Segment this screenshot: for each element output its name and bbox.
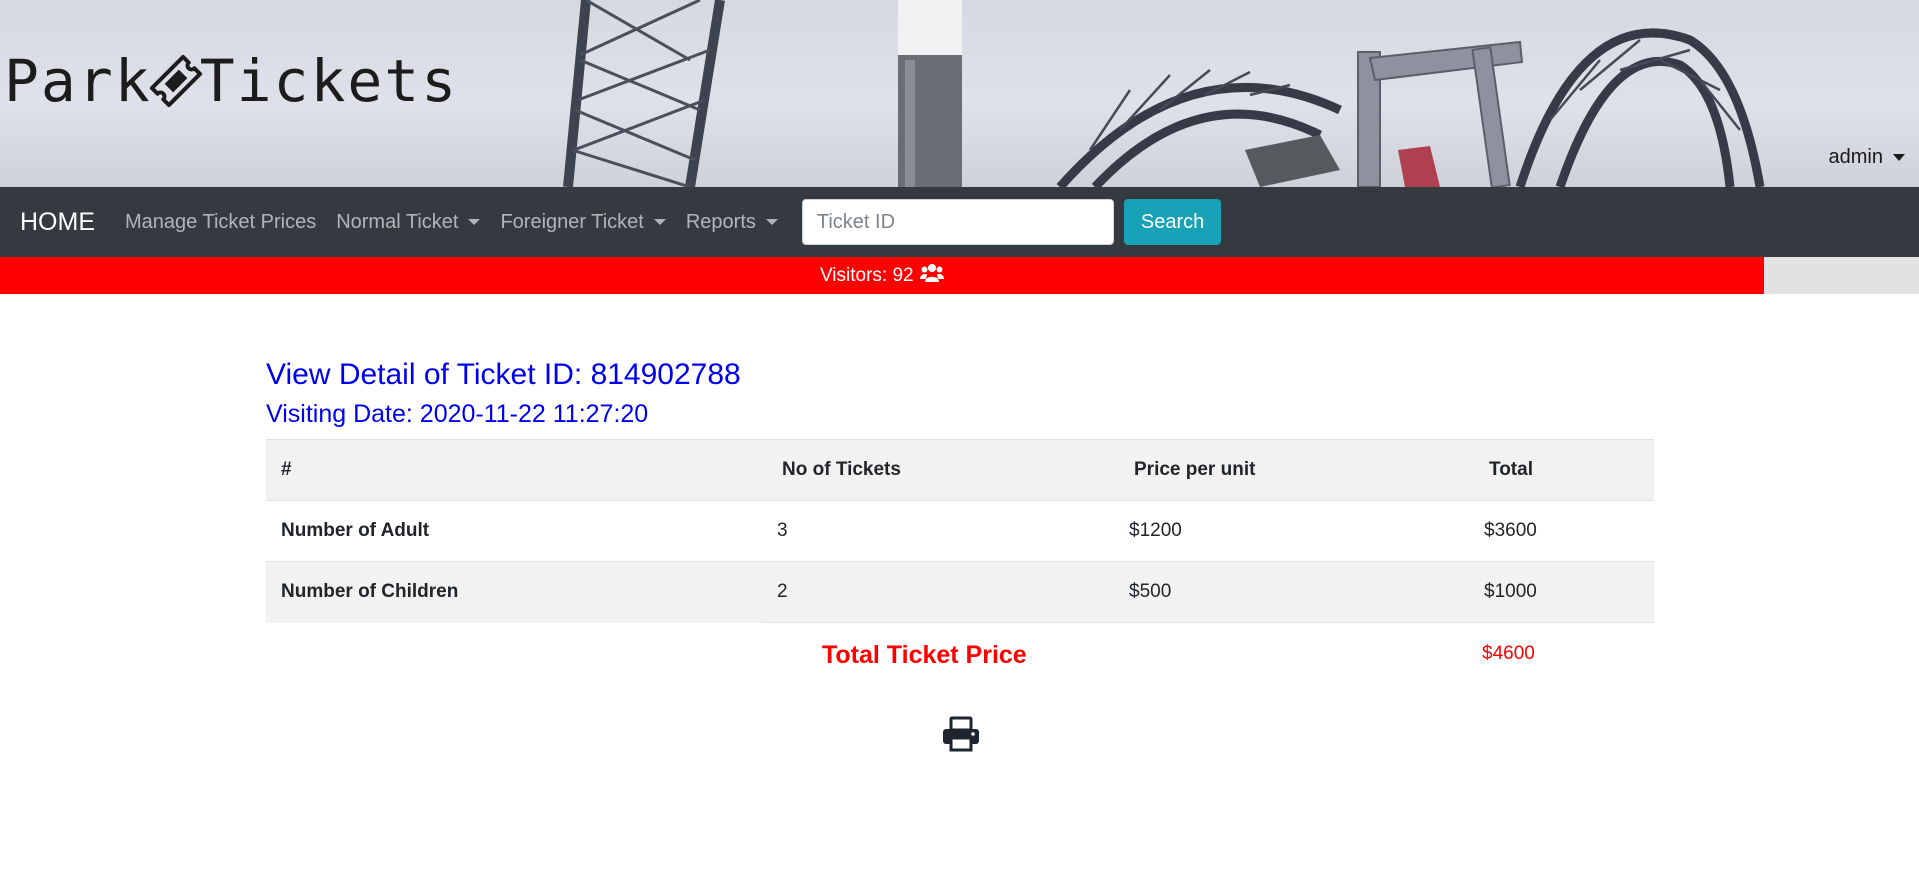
row-total: $3600 [1469, 500, 1654, 562]
nav-home-link[interactable]: HOME [20, 208, 95, 237]
user-menu[interactable]: admin [1829, 146, 1905, 169]
nav-item-label: Reports [685, 210, 756, 233]
total-ticket-price-label: Total Ticket Price [822, 641, 1027, 669]
nav-item-reports[interactable]: Reports [686, 211, 778, 234]
header-banner: Park Tickets admin [0, 0, 1919, 187]
table-row: Number of Adult 3 $1200 $3600 [266, 500, 1654, 562]
nav-item-label: Foreigner Ticket [500, 210, 644, 233]
visiting-date: Visiting Date: 2020-11-22 11:27:20 [266, 400, 649, 428]
column-header: Price per unit [1114, 439, 1469, 501]
ticket-count: 3 [762, 500, 1114, 562]
total-ticket-price-value: $4600 [1482, 643, 1535, 664]
nav-item-label: Normal Ticket [336, 210, 459, 233]
ticket-count: 2 [762, 561, 1114, 623]
logo-text-park: Park [4, 47, 152, 115]
users-icon [919, 263, 944, 289]
park-tickets-logo[interactable]: Park Tickets [4, 50, 458, 112]
table-row: Number of Children 2 $500 $1000 [266, 561, 1654, 623]
nav-item-label: Manage Ticket Prices [125, 210, 317, 233]
column-header: Total [1469, 439, 1654, 501]
visitors-progress-bar: Visitors: 92 [0, 257, 1764, 294]
column-header: # [266, 439, 762, 501]
main-navbar: HOME Manage Ticket Prices Normal Ticket … [0, 187, 1919, 257]
unit-price: $500 [1114, 561, 1469, 623]
ticket-detail: View Detail of Ticket ID: 814902788 Visi… [266, 355, 1654, 685]
chevron-down-icon [653, 219, 666, 225]
nav-item-manage-ticket-prices[interactable]: Manage Ticket Prices [125, 211, 316, 234]
nav-item-normal-ticket[interactable]: Normal Ticket [336, 210, 481, 234]
search-button[interactable]: Search [1123, 199, 1222, 245]
ticket-id-search-input[interactable] [801, 199, 1114, 245]
page-title: View Detail of Ticket ID: 814902788 [266, 358, 741, 391]
chevron-down-icon [765, 219, 778, 225]
chevron-down-icon [1893, 154, 1905, 161]
user-menu-label: admin [1828, 146, 1883, 168]
table-header-row: # No of Tickets Price per unit Total [266, 439, 1654, 501]
row-label: Number of Adult [266, 500, 762, 562]
logo-text-tickets: Tickets [199, 47, 459, 115]
unit-price: $1200 [1114, 500, 1469, 562]
print-icon[interactable] [941, 716, 981, 757]
chevron-down-icon [468, 219, 481, 225]
row-total: $1000 [1469, 561, 1654, 623]
row-label: Number of Children [266, 561, 762, 623]
ticket-table: # No of Tickets Price per unit Total Num… [266, 439, 1654, 623]
column-header: No of Tickets [762, 439, 1114, 501]
total-row: Total Ticket Price $4600 [266, 623, 1654, 685]
ticket-icon [148, 52, 204, 110]
nav-item-foreigner-ticket[interactable]: Foreigner Ticket [500, 210, 666, 234]
visitors-count-label: Visitors: 92 [819, 264, 914, 286]
visitors-progress-track: Visitors: 92 [0, 257, 1919, 294]
